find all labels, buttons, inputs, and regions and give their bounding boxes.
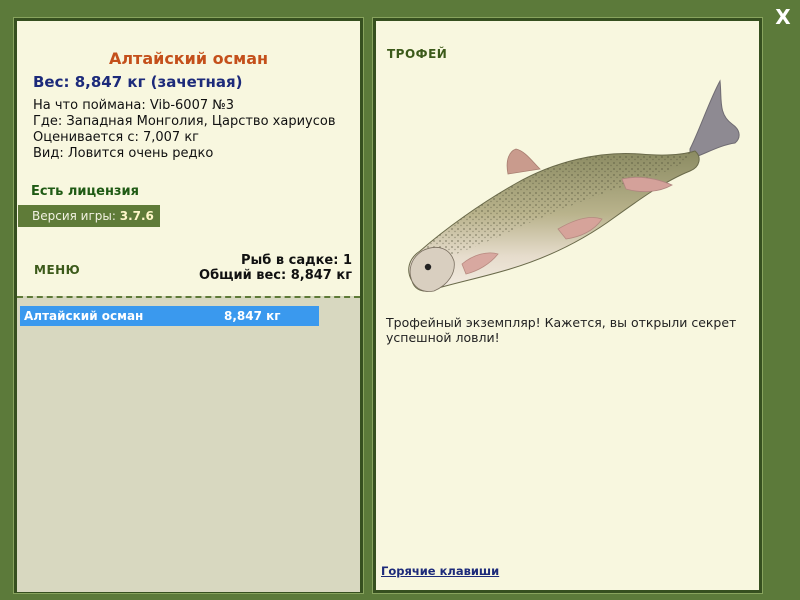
fish-name: Алтайский осман [108,49,269,68]
fish-weight: Вес: 8,847 кг (зачетная) [33,73,243,91]
fish-tail [689,79,740,160]
location-line: Где: Западная Монголия, Царство хариусов [33,114,336,129]
keepnet-count: Рыб в садке: 1 [240,253,352,268]
fish-image [408,79,740,292]
keepnet-summary: Рыб в садке: 1 Общий вес: 8,847 кг [199,253,352,283]
species-line: Вид: Ловится очень редко [33,146,214,161]
license-status: Есть лицензия [31,184,139,199]
list-item-name: Алтайский осман [24,309,144,323]
keepnet-total-weight: Общий вес: 8,847 кг [199,268,352,283]
version-badge: Версия игры: 3.7.6 [18,205,160,227]
menu-button[interactable]: МЕНЮ [34,263,80,277]
close-button[interactable]: X [770,4,796,30]
keepnet-list: Алтайский осман 8,847 кг [17,296,360,592]
rated-line: Оценивается с: 7,007 кг [33,130,200,145]
list-item-weight: 8,847 кг [224,309,281,323]
hotkeys-link[interactable]: Горячие клавиши [381,564,499,578]
version-label: Версия игры: [32,209,116,223]
list-item[interactable]: Алтайский осман 8,847 кг [20,306,319,326]
fish-dorsal-fin [506,148,541,175]
fish-eye [424,263,432,271]
fish-info-panel: Алтайский осман Вес: 8,847 кг (зачетная)… [14,18,363,593]
bait-line: На что поймана: Vib-6007 №3 [33,98,235,113]
trophy-panel: ТРОФЕЙ Трофейный экземпляр! Кажется, вы … [373,18,762,593]
trophy-description: Трофейный экземпляр! Кажется, вы открыли… [386,315,737,345]
version-value: 3.7.6 [119,209,154,223]
